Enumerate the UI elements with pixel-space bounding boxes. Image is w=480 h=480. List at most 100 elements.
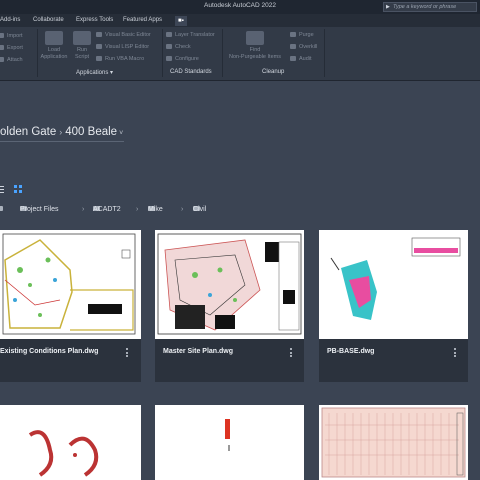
tab-collaborate[interactable]: Collaborate: [33, 17, 64, 23]
file-thumbnail[interactable]: [155, 230, 304, 339]
drawing-preview: [319, 230, 468, 339]
visual-lisp-icon: [96, 44, 102, 50]
panel-divider: [37, 29, 38, 77]
path-separator: ›: [82, 206, 85, 213]
file-thumbnail[interactable]: [0, 230, 141, 339]
more-options-icon[interactable]: [290, 348, 292, 359]
title-bar: Autodesk AutoCAD 2022 ▶ Type a keyword o…: [0, 0, 480, 14]
file-thumbnail[interactable]: [155, 405, 304, 480]
file-card[interactable]: PB-BASE.dwg: [319, 230, 468, 382]
load-application-button[interactable]: Load Application: [39, 31, 69, 61]
tab-active-toggle[interactable]: ■▪: [175, 16, 187, 26]
run-vba-label: Run VBA Macro: [105, 56, 145, 62]
audit-button[interactable]: Audit: [290, 56, 312, 62]
file-card[interactable]: Existing Conditions Plan.dwg: [0, 230, 141, 382]
configure-button[interactable]: Configure: [166, 56, 199, 62]
cleanup-panel-label: Cleanup: [262, 69, 285, 75]
export-button[interactable]: Export: [0, 45, 23, 51]
run-script-label: Run Script: [74, 47, 90, 60]
file-name[interactable]: Master Site Plan.dwg: [163, 348, 233, 355]
visual-basic-editor-button[interactable]: Visual Basic Editor: [96, 32, 151, 38]
layer-translator-button[interactable]: Layer Translator: [166, 32, 215, 38]
file-card[interactable]: Master Site Plan.dwg: [155, 230, 304, 382]
visual-lisp-editor-button[interactable]: Visual LISP Editor: [96, 44, 149, 50]
run-vba-icon: [96, 56, 102, 62]
attach-button[interactable]: Attach: [0, 57, 23, 63]
drawing-preview: [319, 405, 468, 480]
layer-translator-icon: [166, 32, 172, 38]
attach-icon: [0, 57, 4, 63]
drawing-preview: [0, 405, 141, 480]
purge-button[interactable]: Purge: [290, 32, 314, 38]
import-button[interactable]: Import: [0, 33, 23, 39]
panel-divider: [162, 29, 163, 77]
list-view-icon[interactable]: [0, 186, 5, 193]
attach-label: Attach: [7, 57, 23, 63]
tab-add-ins[interactable]: Add-ins: [0, 17, 20, 23]
import-icon: [0, 33, 4, 39]
chevron-down-icon[interactable]: ˅: [119, 130, 123, 137]
path-separator: ›: [136, 206, 139, 213]
path-label: ACADT2: [93, 206, 121, 213]
find-non-purgeable-label: Find Non-Purgeable Items: [229, 47, 281, 60]
load-application-label: Load Application: [40, 47, 68, 60]
configure-icon: [166, 56, 172, 62]
drawing-preview: [155, 405, 304, 480]
search-input[interactable]: ▶ Type a keyword or phrase: [383, 2, 477, 12]
run-script-button[interactable]: Run Script: [70, 31, 94, 61]
layer-translator-label: Layer Translator: [175, 32, 215, 38]
project-breadcrumb: olden Gate › 400 Beale ˅: [0, 126, 123, 138]
export-icon: [0, 45, 4, 51]
tab-featured-apps[interactable]: Featured Apps: [123, 17, 162, 23]
file-name[interactable]: PB-BASE.dwg: [327, 348, 374, 355]
overkill-button[interactable]: Overkill: [290, 44, 317, 50]
configure-label: Configure: [175, 56, 199, 62]
path-label: Civil: [193, 206, 207, 213]
file-name[interactable]: Existing Conditions Plan.dwg: [0, 348, 98, 355]
cad-standards-panel-label: CAD Standards: [170, 69, 212, 75]
import-label: Import: [7, 33, 23, 39]
grid-view-icon[interactable]: [14, 185, 22, 193]
visual-basic-label: Visual Basic Editor: [105, 32, 151, 38]
path-label: Project Files: [20, 206, 59, 213]
file-card[interactable]: [319, 405, 468, 480]
file-thumbnail[interactable]: [319, 405, 468, 480]
file-card[interactable]: [155, 405, 304, 480]
more-options-icon[interactable]: [454, 348, 456, 359]
audit-icon: [290, 56, 296, 62]
check-icon: [166, 44, 172, 50]
path-label: Mike: [148, 206, 163, 213]
ribbon-tab-bar: Add-ins Collaborate Express Tools Featur…: [0, 14, 480, 27]
overkill-icon: [290, 44, 296, 50]
search-placeholder: Type a keyword or phrase: [393, 4, 457, 10]
export-label: Export: [7, 45, 23, 51]
drawing-preview: [0, 230, 141, 339]
more-options-icon[interactable]: [126, 348, 128, 359]
visual-lisp-label: Visual LISP Editor: [105, 44, 150, 50]
visual-basic-icon: [96, 32, 102, 38]
breadcrumb-folder[interactable]: 400 Beale: [65, 126, 117, 138]
breadcrumb-project[interactable]: olden Gate: [0, 126, 56, 138]
drawing-preview: [155, 230, 304, 339]
run-vba-macro-button[interactable]: Run VBA Macro: [96, 56, 144, 62]
file-card[interactable]: [0, 405, 141, 480]
audit-label: Audit: [299, 56, 312, 62]
broom-icon: [246, 31, 264, 45]
purge-label: Purge: [299, 32, 314, 38]
breadcrumb-underline: [0, 141, 124, 142]
file-thumbnail[interactable]: [0, 405, 141, 480]
path-separator: ›: [181, 206, 184, 213]
check-button[interactable]: Check: [166, 44, 191, 50]
applications-panel-label[interactable]: Applications ▾: [76, 69, 113, 76]
ribbon-panel: Import Export Attach Load Application Ru…: [0, 27, 480, 81]
file-thumbnail[interactable]: [319, 230, 468, 339]
purge-icon: [290, 32, 296, 38]
run-script-icon: [73, 31, 91, 45]
panel-divider: [222, 29, 223, 77]
search-arrow-icon: ▶: [386, 4, 390, 10]
overkill-label: Overkill: [299, 44, 318, 50]
tab-express-tools[interactable]: Express Tools: [76, 17, 113, 23]
load-application-icon: [45, 31, 63, 45]
panel-divider: [324, 29, 325, 77]
find-non-purgeable-button[interactable]: Find Non-Purgeable Items: [224, 31, 286, 61]
